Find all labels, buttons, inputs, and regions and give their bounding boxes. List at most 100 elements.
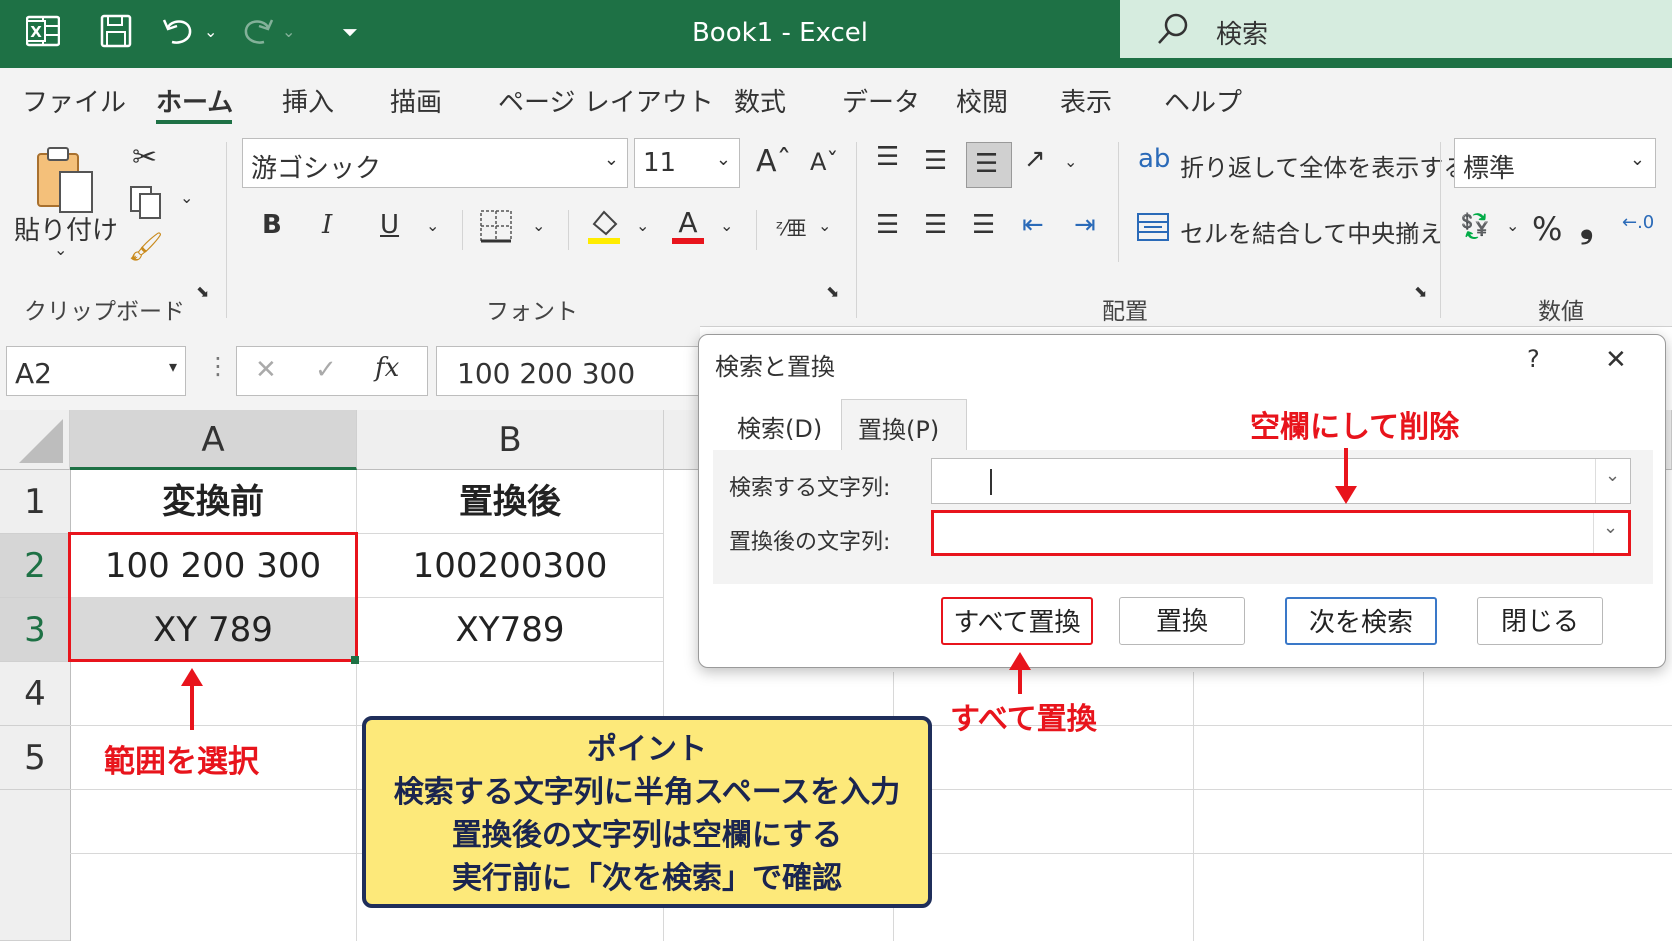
cut-icon[interactable]: ✂ [132,140,157,175]
row-header-3[interactable]: 3 [0,598,70,662]
orientation-icon[interactable]: ↗ [1024,144,1046,174]
cell-a1[interactable]: 変換前 [70,470,357,534]
active-tab-indicator [156,120,232,124]
align-left-icon[interactable]: ☰ [876,210,899,240]
merge-dropdown-icon[interactable]: ⌄ [1404,216,1417,235]
replace-all-annotation: すべて置換 [950,702,1097,737]
currency-format-icon[interactable]: 💱 [1460,212,1490,240]
bold-button[interactable]: B [262,210,282,240]
italic-button[interactable]: I [322,210,332,240]
fill-handle[interactable] [351,656,359,664]
arrow-up-shaft [1018,668,1022,694]
font-name-select[interactable]: 游ゴシック ⌄ [242,138,628,188]
enter-icon[interactable]: ✓ [315,355,337,385]
tab-help[interactable]: ヘルプ [1164,82,1242,119]
increase-indent-icon[interactable]: ⇥ [1074,210,1096,240]
search-box[interactable]: 検索 [1120,0,1672,58]
alignment-launcher-icon[interactable]: ⬊ [1414,282,1427,301]
tab-replace[interactable]: 置換(P) [858,410,939,445]
close-button[interactable]: 閉じる [1477,597,1603,645]
row-header-2[interactable]: 2 [0,534,70,598]
cell-b1[interactable]: 置換後 [357,470,664,534]
tab-replace-active[interactable]: 置換(P) [841,399,967,452]
name-box[interactable]: A2 ▾ [6,346,186,396]
number-format-select[interactable]: 標準 ⌄ [1454,138,1656,188]
paste-icon[interactable] [34,144,98,220]
tab-file[interactable]: ファイル [22,82,126,119]
close-icon[interactable]: ✕ [1605,345,1627,375]
replace-all-button[interactable]: すべて置換 [941,597,1093,645]
column-header-b[interactable]: B [357,410,664,470]
column-header-a[interactable]: A [70,410,357,470]
borders-icon[interactable] [478,208,514,248]
fill-color-icon[interactable] [586,206,622,250]
underline-button[interactable]: U [380,210,399,240]
decrease-indent-icon[interactable]: ⇤ [1022,210,1044,240]
align-middle-icon[interactable]: ☰ [924,146,947,176]
tab-find[interactable]: 検索(D) [737,409,822,444]
search-icon [1156,12,1190,50]
tab-insert[interactable]: 挿入 [282,82,334,119]
align-top-icon[interactable]: ☰ [876,142,899,172]
decrease-font-icon[interactable]: Aˇ [810,148,838,176]
replace-dropdown[interactable]: ⌄ [1593,513,1628,553]
tab-draw[interactable]: 描画 [390,82,442,119]
replace-panel: 検索する文字列: ⌄ 置換後の文字列: ⌄ [713,450,1653,584]
comma-button[interactable]: ❟ [1580,206,1593,246]
font-launcher-icon[interactable]: ⬊ [826,282,839,301]
insert-function-button[interactable]: fx [375,353,399,383]
increase-decimal-icon[interactable]: ←.0 [1622,212,1654,233]
borders-dropdown-icon[interactable]: ⌄ [532,216,545,235]
phonetic-icon[interactable]: ᶻ⁄亜 [776,212,807,241]
find-next-button[interactable]: 次を検索 [1285,597,1437,645]
row-header-5[interactable]: 5 [0,726,70,790]
arrow-down-head [1335,486,1357,504]
paste-dropdown-icon[interactable]: ⌄ [54,240,67,259]
help-button[interactable]: ? [1527,345,1540,373]
replace-input[interactable]: ⌄ [931,510,1631,556]
cell-b3[interactable]: XY789 [357,598,664,662]
font-name-value: 游ゴシック [251,154,382,184]
wrap-text-button[interactable]: 折り返して全体を表示する [1180,148,1467,183]
tab-view[interactable]: 表示 [1060,82,1112,119]
align-bottom-button[interactable]: ☰ [966,142,1012,188]
font-size-select[interactable]: 11 ⌄ [634,138,740,188]
orientation-dropdown-icon[interactable]: ⌄ [1064,152,1077,171]
row-header-1[interactable]: 1 [0,470,70,534]
number-group-label: 数値 [1538,299,1584,325]
format-painter-icon[interactable]: 🖌 [128,230,164,263]
find-input[interactable]: ⌄ [931,458,1631,504]
tab-page-layout[interactable]: ページ レイアウト [498,82,714,119]
tab-formulas[interactable]: 数式 [734,82,786,119]
row-header-4[interactable]: 4 [0,662,70,726]
tab-review[interactable]: 校閲 [956,82,1008,119]
replace-button[interactable]: 置換 [1119,597,1245,645]
tab-data[interactable]: データ [842,82,920,119]
merge-center-icon[interactable] [1136,210,1170,248]
select-all-corner[interactable] [0,410,70,470]
increase-font-icon[interactable]: Aˆ [756,144,792,179]
percent-button[interactable]: % [1532,210,1562,248]
name-box-dropdown-icon[interactable]: ▾ [169,357,177,376]
currency-dropdown-icon[interactable]: ⌄ [1506,216,1519,235]
align-center-icon[interactable]: ☰ [924,210,947,240]
selected-range-highlight [68,532,358,662]
fill-color-dropdown-icon[interactable]: ⌄ [636,216,649,235]
underline-dropdown-icon[interactable]: ⌄ [426,216,439,235]
wrap-text-icon[interactable]: ab [1138,144,1170,174]
alignment-group-label: 配置 [1102,299,1148,325]
phonetic-dropdown-icon[interactable]: ⌄ [818,216,831,235]
tab-home[interactable]: ホーム [156,82,233,119]
clipboard-launcher-icon[interactable]: ⬊ [196,282,209,301]
cell-b2[interactable]: 100200300 [357,534,664,598]
font-color-dropdown-icon[interactable]: ⌄ [720,216,733,235]
copy-dropdown-icon[interactable]: ⌄ [180,188,193,207]
font-color-icon[interactable]: A [670,206,706,250]
cancel-icon[interactable]: ✕ [255,355,277,385]
find-dropdown[interactable]: ⌄ [1595,459,1630,503]
copy-icon[interactable] [128,184,164,224]
point-callout: ポイント 検索する文字列に半角スペースを入力 置換後の文字列は空欄にする 実行前… [362,716,932,908]
formula-input[interactable]: 100 200 300 [436,346,700,396]
align-right-icon[interactable]: ☰ [972,210,995,240]
blank-delete-annotation: 空欄にして削除 [1250,410,1460,445]
